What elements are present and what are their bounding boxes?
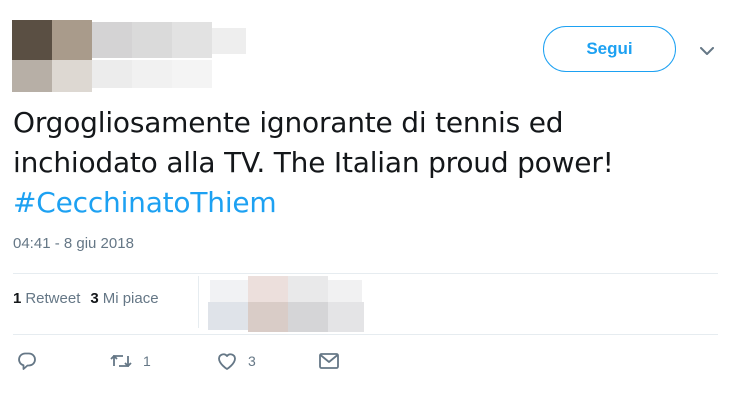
message-button[interactable] (318, 349, 340, 373)
retweets-stat[interactable]: 1 Retweet (13, 290, 80, 307)
tweet-text-line-2: inchiodato alla TV. The Italian proud po… (13, 146, 614, 179)
author-pixelated-block (12, 20, 248, 92)
hashtag-link[interactable]: #CecchinatoThiem (13, 186, 277, 219)
retweet-count: 1 (143, 353, 151, 369)
retweet-button[interactable]: 1 (109, 349, 151, 373)
tweet-actions: 1 3 (17, 349, 357, 373)
tweet-text: Orgogliosamente ignorante di tennis ed i… (13, 103, 713, 223)
tweet-stats: 1 Retweet 3 Mi piace (13, 290, 169, 307)
reply-icon (17, 351, 37, 371)
retweets-label: Retweet (25, 290, 81, 307)
divider-top (13, 273, 718, 274)
heart-icon (216, 351, 238, 371)
tweet-text-line-1: Orgogliosamente ignorante di tennis ed (13, 106, 564, 139)
reply-button[interactable] (17, 349, 37, 373)
tweet-card: Segui Orgogliosamente ignorante di tenni… (0, 0, 736, 409)
follow-button[interactable]: Segui (543, 26, 676, 72)
retweet-icon (109, 351, 133, 371)
likes-count: 3 (90, 290, 99, 307)
chevron-down-icon[interactable] (697, 41, 717, 61)
likes-label: Mi piace (102, 290, 159, 307)
divider-bottom (13, 334, 718, 335)
stats-separator (198, 276, 199, 328)
likes-stat[interactable]: 3 Mi piace (90, 290, 158, 307)
tweet-timestamp[interactable]: 04:41 - 8 giu 2018 (13, 235, 134, 252)
likers-pixelated-block (206, 276, 366, 336)
like-button[interactable]: 3 (216, 349, 256, 373)
retweets-count: 1 (13, 290, 22, 307)
like-count: 3 (248, 353, 256, 369)
envelope-icon (318, 352, 340, 370)
